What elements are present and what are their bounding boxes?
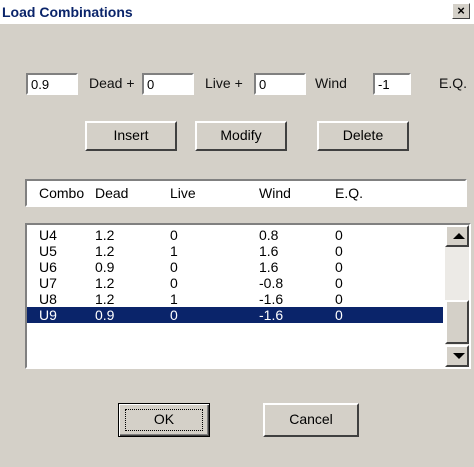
cell-wind: 1.6 xyxy=(259,243,279,259)
scroll-up-button[interactable] xyxy=(445,225,469,247)
arrow-down-icon xyxy=(453,353,465,359)
combo-list[interactable]: U4 1.2 0 0.8 0 U5 1.2 1 1.6 0 U6 0.9 0 1… xyxy=(25,223,471,369)
close-button[interactable]: × xyxy=(452,3,470,19)
cell-combo: U7 xyxy=(39,275,57,291)
wind-factor-input[interactable]: 0 xyxy=(254,73,306,95)
cell-eq: 0 xyxy=(335,275,343,291)
eq-factor-input[interactable]: -1 xyxy=(373,73,411,95)
window-title: Load Combinations xyxy=(2,4,133,20)
cell-eq: 0 xyxy=(335,291,343,307)
list-item[interactable]: U8 1.2 1 -1.6 0 xyxy=(27,291,443,307)
cell-wind: -1.6 xyxy=(259,291,284,307)
header-eq: E.Q. xyxy=(335,185,364,201)
dead-factor-input[interactable]: 0.9 xyxy=(26,73,78,95)
modify-button[interactable]: Modify xyxy=(195,121,287,151)
cell-eq: 0 xyxy=(335,243,343,259)
live-label: Live + xyxy=(205,75,243,91)
cell-dead: 1.2 xyxy=(95,243,115,259)
cell-live: 0 xyxy=(170,307,178,323)
cell-combo: U5 xyxy=(39,243,57,259)
list-item[interactable]: U4 1.2 0 0.8 0 xyxy=(27,227,443,243)
list-item[interactable]: U7 1.2 0 -0.8 0 xyxy=(27,275,443,291)
cell-eq: 0 xyxy=(335,307,343,323)
cell-wind: 1.6 xyxy=(259,259,279,275)
cell-combo: U4 xyxy=(39,227,57,243)
cell-wind: -0.8 xyxy=(259,275,284,291)
cell-eq: 0 xyxy=(335,227,343,243)
load-combinations-dialog: Load Combinations × 0.9 Dead + 0 Live + … xyxy=(0,0,474,467)
cell-combo: U6 xyxy=(39,259,57,275)
ok-button[interactable]: OK xyxy=(118,403,210,437)
list-item[interactable]: U5 1.2 1 1.6 0 xyxy=(27,243,443,259)
insert-button[interactable]: Insert xyxy=(85,121,177,151)
scroll-thumb[interactable] xyxy=(445,300,469,344)
cell-live: 1 xyxy=(170,291,178,307)
header-dead: Dead xyxy=(95,185,129,201)
list-item-selected[interactable]: U9 0.9 0 -1.6 0 xyxy=(27,307,443,323)
cell-live: 0 xyxy=(170,275,178,291)
cancel-button[interactable]: Cancel xyxy=(263,403,359,437)
cell-combo: U8 xyxy=(39,291,57,307)
cell-dead: 1.2 xyxy=(95,227,115,243)
delete-button[interactable]: Delete xyxy=(317,121,409,151)
cell-live: 0 xyxy=(170,227,178,243)
list-item[interactable]: U6 0.9 0 1.6 0 xyxy=(27,259,443,275)
eq-label: E.Q. xyxy=(439,75,468,91)
cell-live: 0 xyxy=(170,259,178,275)
scroll-down-button[interactable] xyxy=(445,345,469,367)
header-live: Live xyxy=(170,185,196,201)
combo-table-header: Combo Dead Live Wind E.Q. xyxy=(25,179,467,207)
cell-wind: 0.8 xyxy=(259,227,279,243)
cell-eq: 0 xyxy=(335,259,343,275)
dead-label: Dead + xyxy=(89,75,135,91)
cell-dead: 0.9 xyxy=(95,259,115,275)
header-combo: Combo xyxy=(39,185,85,201)
cell-dead: 1.2 xyxy=(95,275,115,291)
close-icon: × xyxy=(457,3,465,18)
cell-dead: 0.9 xyxy=(95,307,115,323)
live-factor-input[interactable]: 0 xyxy=(142,73,194,95)
cell-live: 1 xyxy=(170,243,178,259)
focus-rectangle xyxy=(125,409,203,431)
arrow-up-icon xyxy=(453,233,465,239)
title-bar[interactable]: Load Combinations × xyxy=(0,0,474,24)
list-scrollbar[interactable] xyxy=(445,225,469,367)
cell-dead: 1.2 xyxy=(95,291,115,307)
wind-label: Wind xyxy=(315,75,347,91)
cell-combo: U9 xyxy=(39,307,57,323)
header-wind: Wind xyxy=(259,185,291,201)
cell-wind: -1.6 xyxy=(259,307,284,323)
